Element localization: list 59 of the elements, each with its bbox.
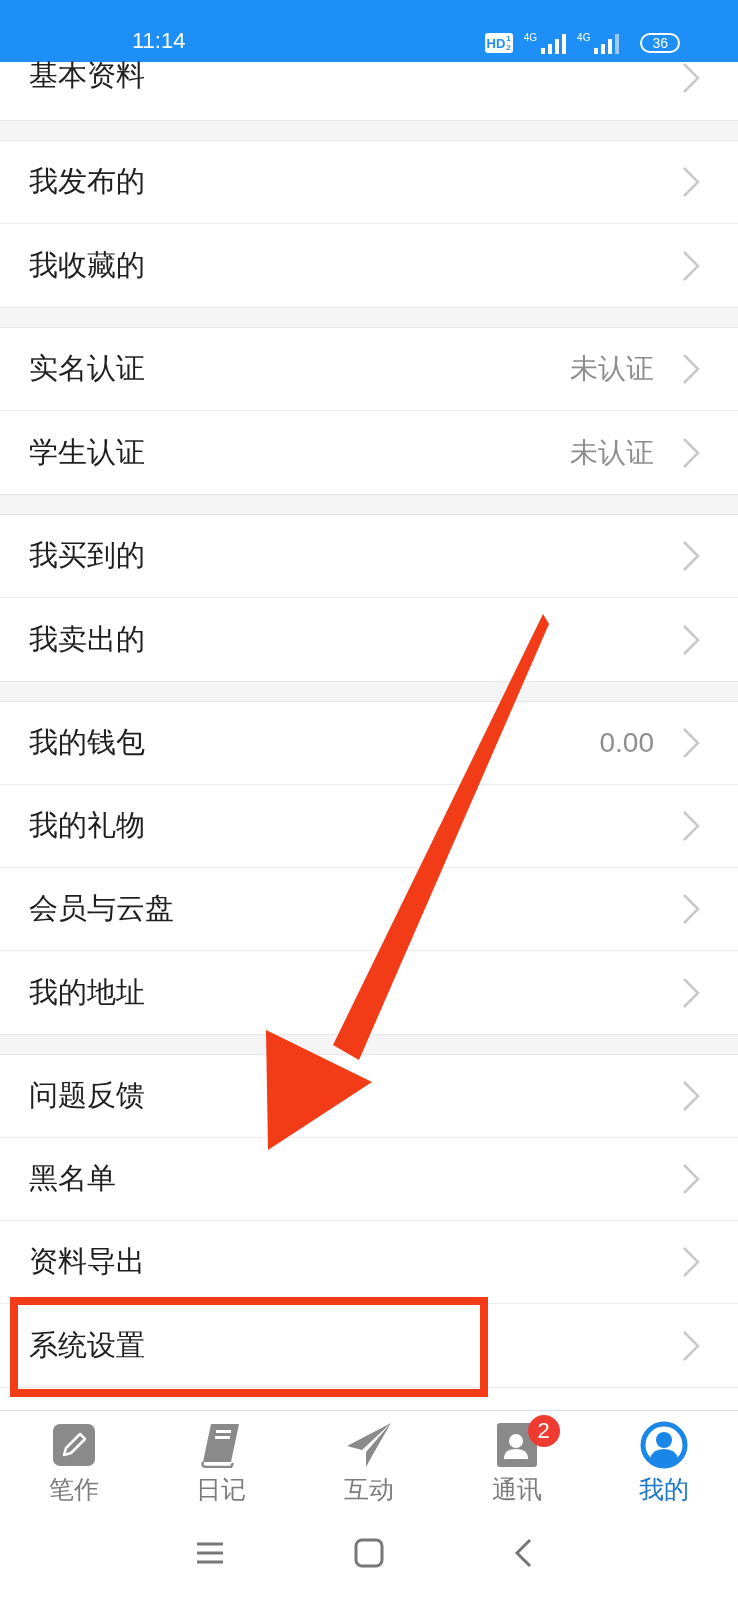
row-label: 系统设置 bbox=[29, 1326, 146, 1364]
menu-row[interactable]: 实名认证 未认证 bbox=[0, 328, 738, 411]
nav-tab[interactable]: 2 通讯 bbox=[442, 1411, 591, 1518]
row-value: 未认证 bbox=[570, 435, 654, 470]
menu-row[interactable]: 我的地址 bbox=[0, 951, 738, 1034]
nav-tab[interactable]: 笔作 bbox=[0, 1411, 148, 1518]
notification-badge: 2 bbox=[527, 1415, 560, 1447]
menu-row[interactable]: 我收藏的 bbox=[0, 224, 738, 307]
nav-tab[interactable]: 日记 bbox=[147, 1411, 296, 1518]
battery-indicator: 36 bbox=[640, 33, 680, 53]
menu-row[interactable]: 我卖出的 bbox=[0, 598, 738, 681]
row-label: 我发布的 bbox=[29, 163, 146, 200]
contact-icon bbox=[495, 1422, 538, 1468]
row-label: 我买到的 bbox=[29, 537, 146, 574]
chevron-icon bbox=[682, 976, 700, 1009]
chevron-icon bbox=[682, 727, 700, 759]
chevron-icon bbox=[682, 623, 700, 656]
nav-tab[interactable]: 互动 bbox=[295, 1411, 443, 1518]
home-icon[interactable] bbox=[354, 1538, 384, 1568]
chevron-icon bbox=[682, 62, 700, 94]
chevron-icon bbox=[682, 810, 700, 842]
network-label: 4G bbox=[577, 32, 591, 43]
chevron-icon bbox=[682, 249, 700, 282]
chevron-icon bbox=[682, 893, 700, 925]
chevron-icon bbox=[682, 166, 700, 198]
pencil-icon bbox=[51, 1423, 96, 1467]
menu-row[interactable]: 资料导出 bbox=[0, 1221, 738, 1304]
chevron-icon bbox=[682, 540, 700, 572]
nav-tab[interactable]: 我的 bbox=[590, 1411, 738, 1518]
user-icon bbox=[640, 1421, 689, 1469]
row-label: 资料导出 bbox=[29, 1243, 146, 1280]
status-time: 11:14 bbox=[132, 28, 186, 54]
chevron-icon bbox=[682, 1163, 700, 1195]
chevron-icon bbox=[682, 436, 700, 469]
chevron-icon bbox=[682, 1080, 700, 1112]
menu-row[interactable]: 我发布的 bbox=[0, 141, 738, 224]
row-label: 实名认证 bbox=[29, 350, 146, 387]
menu-row[interactable]: 系统设置 bbox=[0, 1304, 738, 1387]
network-label: 4G bbox=[523, 32, 538, 43]
row-value: 0.00 bbox=[599, 727, 654, 759]
row-label: 黑名单 bbox=[29, 1160, 117, 1197]
menu-row[interactable]: 学生认证 未认证 bbox=[0, 411, 738, 494]
menu-icon[interactable] bbox=[196, 1541, 224, 1565]
menu-row[interactable]: 我买到的 bbox=[0, 515, 738, 598]
chevron-icon bbox=[682, 353, 700, 385]
chevron-icon bbox=[682, 1329, 700, 1362]
row-label: 我卖出的 bbox=[29, 620, 146, 658]
row-value: 未认证 bbox=[570, 352, 654, 386]
row-label: 我的地址 bbox=[29, 973, 146, 1011]
row-label: 会员与云盘 bbox=[29, 890, 175, 927]
row-label: 问题反馈 bbox=[29, 1077, 146, 1114]
paper-plane-icon bbox=[346, 1422, 392, 1468]
back-icon[interactable] bbox=[514, 1538, 532, 1568]
row-label: 学生认证 bbox=[29, 433, 146, 471]
row-label: 我的钱包 bbox=[29, 724, 146, 761]
row-label: 我的礼物 bbox=[29, 807, 146, 844]
row-label: 我收藏的 bbox=[29, 246, 146, 284]
chevron-icon bbox=[682, 1246, 700, 1278]
menu-row[interactable]: 基本资料 bbox=[0, 62, 738, 120]
